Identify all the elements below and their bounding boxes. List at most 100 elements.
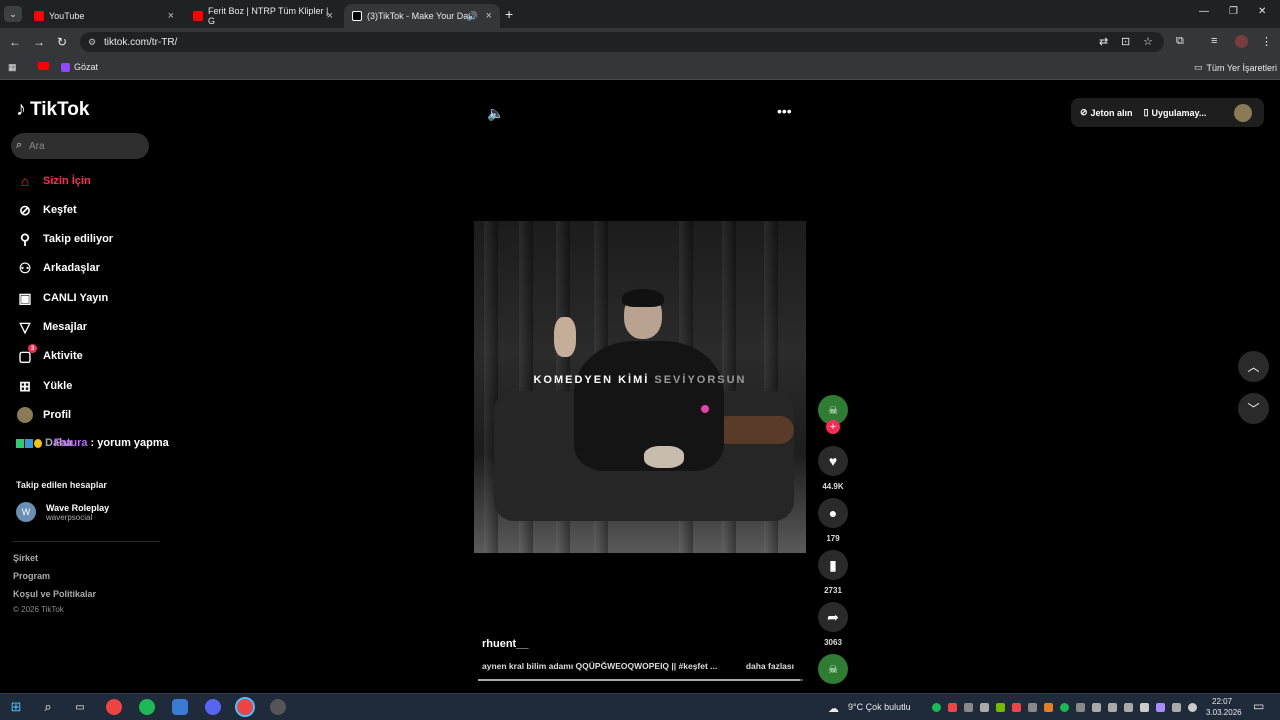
close-tab-icon[interactable]: × <box>168 10 174 22</box>
minimize-icon[interactable]: — <box>1199 6 1209 17</box>
see-more-link[interactable]: daha fazlası <box>746 661 794 671</box>
tiktok-logo[interactable]: ♪ TikTok <box>16 98 89 121</box>
clock-time[interactable]: 22:07 <box>1212 697 1232 706</box>
nav-activity[interactable]: ▢ 3 Aktivite <box>16 344 83 366</box>
chrome-active-icon[interactable] <box>235 697 255 717</box>
tab-ferit-boz[interactable]: Ferit Boz | NTRP Tüm Klipler | G × <box>185 4 341 28</box>
profile-avatar-icon[interactable] <box>1235 35 1248 48</box>
translate-icon[interactable]: ⇄ <box>1099 35 1108 48</box>
get-app-button[interactable]: Uygulamay... <box>1152 108 1207 118</box>
caption-main: KOMEDYEN KİMİ <box>533 374 650 386</box>
next-video-button[interactable]: ﹀ <box>1238 393 1269 424</box>
nav-profile[interactable]: Profil <box>16 405 71 425</box>
tray-icon[interactable] <box>1156 703 1165 712</box>
share-button[interactable]: ➦ <box>818 602 848 632</box>
tab-title: YouTube <box>49 11 85 21</box>
tray-icon[interactable] <box>1188 703 1197 712</box>
footer-link-company[interactable]: Şirket <box>13 553 38 563</box>
new-tab-button[interactable]: + <box>505 6 513 22</box>
nav-upload[interactable]: ⊞ Yükle <box>16 376 72 396</box>
comment-count: 179 <box>826 534 840 543</box>
install-app-icon[interactable]: ⊡ <box>1121 35 1130 48</box>
tray-icon[interactable] <box>1092 703 1101 712</box>
like-button[interactable]: ♥ <box>818 446 848 476</box>
get-coins-button[interactable]: Jeton alın <box>1091 108 1133 118</box>
notification-icon[interactable]: ▭ <box>1253 699 1264 713</box>
tray-icon[interactable] <box>1124 703 1133 712</box>
user-avatar[interactable] <box>1234 104 1252 122</box>
forward-icon[interactable]: → <box>33 35 45 49</box>
logo-text: TikTok <box>30 98 90 120</box>
tray-icon[interactable] <box>1028 703 1037 712</box>
nav-friends[interactable]: ⚇ Arkadaşlar <box>16 258 100 278</box>
clock-date[interactable]: 3.03.2026 <box>1206 708 1242 717</box>
tab-search-button[interactable]: ⌄ <box>4 6 22 22</box>
tab-tiktok[interactable]: (3)TikTok - Make Your Day 🔊 × <box>344 4 500 28</box>
nav-for-you[interactable]: ⌂ Sizin İçin <box>16 171 91 191</box>
nav-explore[interactable]: ⊘ Keşfet <box>16 200 77 220</box>
apps-grid-icon[interactable]: ▦ <box>8 62 17 73</box>
bookmark-gozat[interactable]: Gözat <box>61 62 98 72</box>
task-view-icon[interactable]: ▭ <box>72 699 88 715</box>
video-player[interactable]: KOMEDYEN KİMİ SEVİYORSUN <box>474 221 806 553</box>
footer-link-terms[interactable]: Koşul ve Politikalar <box>13 589 96 599</box>
tray-icon[interactable] <box>964 703 973 712</box>
search-input[interactable]: ⌕ Ara <box>11 133 149 159</box>
video-progress-bar[interactable] <box>478 679 803 681</box>
post-username[interactable]: rhuent__ <box>482 638 528 650</box>
network-tray-icon[interactable] <box>1108 703 1117 712</box>
tray-icon[interactable] <box>1060 703 1069 712</box>
follow-plus-icon[interactable]: + <box>826 420 840 434</box>
followed-account[interactable]: W Wave Roleplay waverpsocial <box>16 502 109 522</box>
tray-icon[interactable] <box>1044 703 1053 712</box>
tray-icon[interactable] <box>1140 703 1149 712</box>
search-icon[interactable]: ⌕ <box>40 699 56 715</box>
close-tab-icon[interactable]: × <box>486 10 492 22</box>
obs-icon[interactable] <box>270 699 286 715</box>
nav-following[interactable]: ⚲ Takip ediliyor <box>16 229 113 249</box>
volume-tray-icon[interactable] <box>980 703 989 712</box>
bookmark-star-icon[interactable]: ☆ <box>1143 35 1153 48</box>
weather-text[interactable]: 9°C Çok bulutlu <box>848 702 911 712</box>
back-icon[interactable]: ← <box>9 35 21 49</box>
footer-link-program[interactable]: Program <box>13 571 50 581</box>
tab-youtube[interactable]: YouTube × <box>26 4 182 28</box>
record-tray-icon[interactable] <box>948 703 957 712</box>
sound-disc-avatar[interactable]: ☠ <box>818 654 848 684</box>
chrome-icon[interactable] <box>106 699 122 715</box>
comment-button[interactable]: ● <box>818 498 848 528</box>
restore-icon[interactable]: ❐ <box>1229 6 1238 17</box>
address-bar[interactable]: ⚙ tiktok.com/tr-TR/ <box>80 32 1164 52</box>
extensions-icon[interactable]: ⧉ <box>1176 35 1184 48</box>
steam-tray-icon[interactable] <box>1172 703 1181 712</box>
audio-playing-icon[interactable]: 🔊 <box>467 11 478 22</box>
nvidia-tray-icon[interactable] <box>996 703 1005 712</box>
site-info-icon[interactable]: ⚙ <box>88 37 96 48</box>
bookmark-youtube[interactable] <box>38 62 49 70</box>
mic-tray-icon[interactable] <box>1012 703 1021 712</box>
share-icon: ➦ <box>827 608 839 625</box>
nav-messages[interactable]: ▽ Mesajlar <box>16 317 87 337</box>
spotify-tray-icon[interactable] <box>932 703 941 712</box>
more-options-icon[interactable]: ••• <box>777 103 792 119</box>
all-bookmarks[interactable]: ▭ Tüm Yer İşaretleri <box>1194 62 1277 73</box>
close-tab-icon[interactable]: × <box>327 10 333 22</box>
discord-icon[interactable] <box>205 699 221 715</box>
volume-icon[interactable]: 🔈 <box>487 105 504 122</box>
close-window-icon[interactable]: ✕ <box>1258 6 1266 17</box>
chevron-up-icon: ︿ <box>1247 360 1260 374</box>
tiktok-note-icon: ♪ <box>16 98 26 120</box>
nav-live[interactable]: ▣ CANLI Yayın <box>16 288 108 308</box>
reload-icon[interactable]: ↻ <box>57 35 67 49</box>
copyright: © 2026 TikTok <box>13 605 64 614</box>
tray-icon[interactable] <box>1076 703 1085 712</box>
media-control-icon[interactable]: ≡ <box>1211 35 1217 47</box>
menu-icon[interactable]: ⋮ <box>1261 35 1272 48</box>
app-icon[interactable] <box>172 699 188 715</box>
previous-video-button[interactable]: ︿ <box>1238 351 1269 382</box>
windows-start-icon[interactable]: ⊞ <box>8 699 24 715</box>
spotify-icon[interactable] <box>139 699 155 715</box>
save-button[interactable]: ▮ <box>818 550 848 580</box>
heart-icon: ♥ <box>828 453 838 469</box>
compass-icon: ⊘ <box>19 201 31 218</box>
